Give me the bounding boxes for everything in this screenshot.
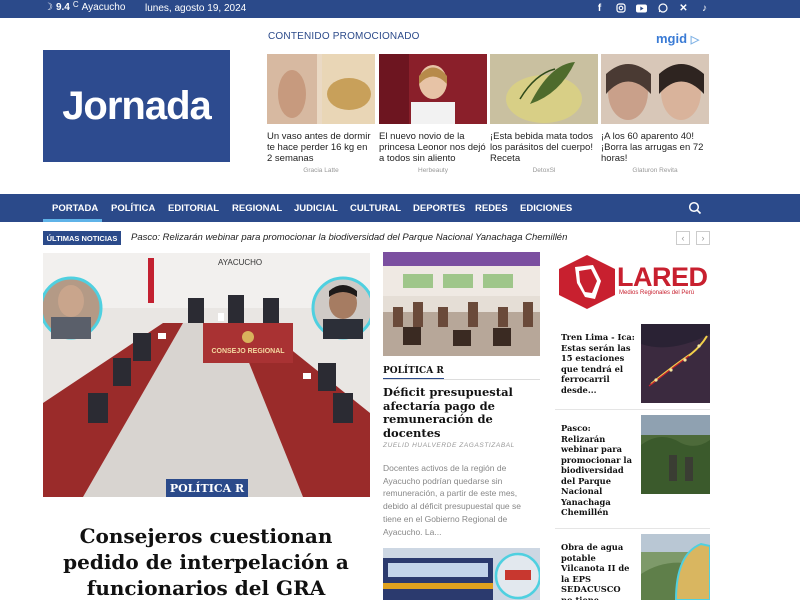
sidebar-story-title[interactable]: Pasco: Relizarán webinar para promociona… xyxy=(561,423,635,518)
sidebar-story[interactable]: Pasco: Relizarán webinar para promociona… xyxy=(555,415,710,517)
promo-text: ¡A los 60 aparento 40! ¡Borra las arruga… xyxy=(601,131,704,164)
promo-image xyxy=(490,54,598,124)
promo-card[interactable]: ¡A los 60 aparento 40! ¡Borra las arruga… xyxy=(601,54,709,174)
sidebar-divider xyxy=(555,528,710,529)
sidebar-story[interactable]: Obra de agua potable Vilcanota II de la … xyxy=(555,534,710,600)
main-navigation: PORTADA POLÍTICA EDITORIAL REGIONAL JUDI… xyxy=(0,194,800,222)
sidebar-story-image[interactable] xyxy=(641,415,710,494)
search-icon[interactable] xyxy=(688,201,702,215)
mid-story-image[interactable] xyxy=(383,252,540,356)
latest-news-headline[interactable]: Pasco: Relizarán webinar para promociona… xyxy=(131,232,567,243)
mid-story-author[interactable]: ZUELID HUALVERDE ZAGASTIZABAL xyxy=(383,442,515,449)
promo-image xyxy=(601,54,709,124)
instagram-icon[interactable] xyxy=(615,2,626,14)
nav-active-indicator xyxy=(43,219,102,222)
facebook-icon[interactable]: f xyxy=(594,2,605,14)
site-logo-text: Jornada xyxy=(62,83,212,128)
sidebar-divider xyxy=(555,409,710,410)
promo-text: Un vaso antes de dormir te hace perder 1… xyxy=(267,131,371,164)
main-story-category[interactable]: POLÍTICA R xyxy=(166,479,248,497)
top-bar: ☽ 9.4 C Ayacucho lunes, agosto 19, 2024 … xyxy=(0,0,800,18)
nav-item-cultural[interactable]: CULTURAL xyxy=(350,203,401,214)
promoted-content-heading: CONTENIDO PROMOCIONADO xyxy=(268,31,420,42)
nav-item-redes[interactable]: REDES xyxy=(475,203,508,214)
latest-news-label: ÚLTIMAS NOTICIAS xyxy=(43,231,121,245)
moon-icon: ☽ xyxy=(44,2,53,13)
main-story-image-label: CONSEJO REGIONAL xyxy=(211,348,285,355)
promo-card[interactable]: El nuevo novio de la princesa Leonor nos… xyxy=(379,54,487,174)
lared-emblem-icon xyxy=(559,255,615,309)
main-story-image[interactable]: AYACUCHO CONSEJO REGIONAL xyxy=(43,253,370,497)
tiktok-icon[interactable]: ♪ xyxy=(699,2,710,14)
temperature-unit: C xyxy=(72,0,79,9)
promo-image xyxy=(267,54,375,124)
lared-wordmark-text: LARED xyxy=(617,262,708,292)
sidebar-story-title[interactable]: Tren Lima - Ica: Estas serán las 15 esta… xyxy=(561,332,635,395)
sidebar-story-image[interactable] xyxy=(641,534,710,600)
lared-tagline: Medios Regionales del Perú xyxy=(619,290,695,296)
temperature: 9.4 xyxy=(55,2,70,13)
youtube-icon[interactable] xyxy=(636,2,647,14)
nav-item-deportes[interactable]: DEPORTES xyxy=(413,203,465,214)
current-date: lunes, agosto 19, 2024 xyxy=(145,3,247,14)
weather-widget: ☽ 9.4 C Ayacucho xyxy=(44,0,126,13)
nav-item-politica[interactable]: POLÍTICA xyxy=(111,203,155,214)
promo-source: Herbeauty xyxy=(418,167,448,174)
main-story-title[interactable]: Consejeros cuestionan pedido de interpel… xyxy=(50,523,362,600)
promo-image xyxy=(379,54,487,124)
x-icon[interactable]: ✕ xyxy=(678,2,689,14)
sidebar-story[interactable]: Tren Lima - Ica: Estas serán las 15 esta… xyxy=(555,324,710,404)
nav-item-ediciones[interactable]: EDICIONES xyxy=(520,203,572,214)
sidebar-story-title[interactable]: Obra de agua potable Vilcanota II de la … xyxy=(561,542,635,600)
mgid-logo-text: mgid xyxy=(656,31,688,46)
nav-item-portada[interactable]: PORTADA xyxy=(52,203,98,214)
lared-wordmark: LARED xyxy=(617,263,708,291)
ticker-next-button[interactable]: › xyxy=(696,231,710,245)
promo-source: Glaturon Revita xyxy=(632,167,678,174)
promo-text: El nuevo novio de la princesa Leonor nos… xyxy=(379,131,486,164)
mid-story-category[interactable]: POLÍTICA R xyxy=(383,366,444,380)
nav-item-judicial[interactable]: JUDICIAL xyxy=(294,203,338,214)
ticker-prev-button[interactable]: ‹ xyxy=(676,231,690,245)
mgid-logo[interactable]: mgid ▷ xyxy=(656,31,699,46)
mid-story-excerpt: Docentes activos de la región de Ayacuch… xyxy=(383,463,521,537)
mid-story-divider xyxy=(383,379,540,380)
second-mid-story-image[interactable] xyxy=(383,548,540,600)
social-links: f ✕ ♪ xyxy=(594,2,710,14)
promo-text: ¡Esta bebida mata todos los parásitos de… xyxy=(490,131,593,164)
play-icon: ▷ xyxy=(690,34,700,46)
sidebar-story-image[interactable] xyxy=(641,324,710,403)
promo-source: Gracia Latte xyxy=(303,167,339,174)
nav-item-regional[interactable]: REGIONAL xyxy=(232,203,282,214)
promo-card[interactable]: ¡Esta bebida mata todos los parásitos de… xyxy=(490,54,598,174)
promo-card[interactable]: Un vaso antes de dormir te hace perder 1… xyxy=(267,54,375,174)
site-logo[interactable]: Jornada xyxy=(43,50,230,162)
mid-story-title[interactable]: Déficit presupuestal afectaría pago de r… xyxy=(383,385,540,440)
whatsapp-icon[interactable] xyxy=(657,2,668,14)
lared-logo[interactable]: LARED Medios Regionales del Perú xyxy=(555,253,710,311)
weather-city: Ayacucho xyxy=(81,2,126,13)
nav-item-editorial[interactable]: EDITORIAL xyxy=(168,203,219,214)
main-story-image-sign: AYACUCHO xyxy=(218,258,262,267)
promo-source: DetoxSl xyxy=(532,167,556,174)
